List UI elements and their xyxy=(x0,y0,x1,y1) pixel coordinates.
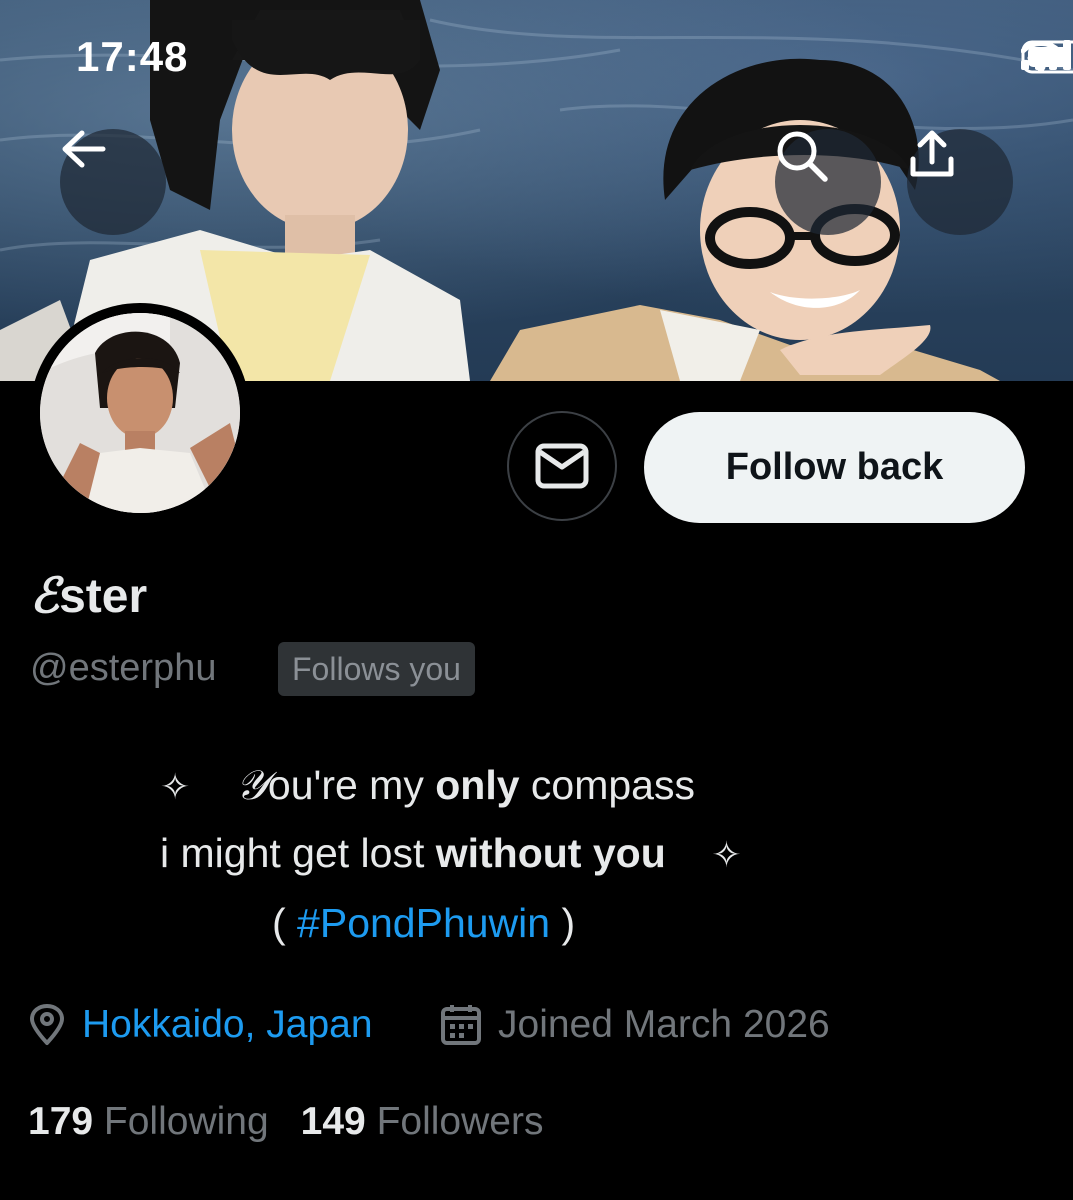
calendar-icon xyxy=(441,1005,481,1045)
bio-text: i might get lost xyxy=(160,830,436,876)
display-name: ℰster xyxy=(30,568,147,624)
hashtag-link[interactable]: #PondPhuwin xyxy=(297,900,550,946)
followers-label: Followers xyxy=(376,1100,544,1143)
user-handle: @esterphu xyxy=(30,647,217,689)
bio-bold-text: only xyxy=(435,762,520,808)
profile-screen: 17:48 Follow back ℰster @esterphu Follow… xyxy=(0,0,1073,1200)
bio-paren: ( xyxy=(272,900,298,946)
status-time: 17:48 xyxy=(76,33,189,80)
bio-line-1: ✧ 𝒴ou're my only compass xyxy=(160,761,695,810)
following-count: 179 xyxy=(28,1100,94,1143)
share-button[interactable] xyxy=(907,129,1013,235)
location-text[interactable]: Hokkaido, Japan xyxy=(82,1003,373,1047)
search-button[interactable] xyxy=(775,129,881,235)
bio-line-2: i might get lost without you ✧ xyxy=(160,830,742,877)
bio-text: compass xyxy=(519,762,695,808)
bio-script-letter: 𝒴 xyxy=(235,761,268,809)
share-icon xyxy=(910,130,954,177)
envelope-icon xyxy=(535,443,589,489)
joined-text: Joined March 2026 xyxy=(498,1003,830,1046)
location-pin-icon xyxy=(30,1004,64,1045)
message-button[interactable] xyxy=(507,411,617,521)
display-name-script-letter: ℰ xyxy=(30,568,60,624)
bio-text: ou're my xyxy=(267,762,436,808)
bio-line-3: ( #PondPhuwin ) xyxy=(272,900,575,947)
search-icon xyxy=(777,131,828,182)
sparkle-diamond-icon: ✧ xyxy=(711,834,742,875)
follow-counts: 179 Following 149 Followers xyxy=(28,1100,543,1144)
bio-paren: ) xyxy=(550,900,576,946)
following-label: Following xyxy=(103,1100,269,1143)
followers-count: 149 xyxy=(300,1100,366,1143)
display-name-rest: ster xyxy=(59,570,148,623)
profile-joined-date: Joined March 2026 xyxy=(440,1003,830,1047)
avatar[interactable] xyxy=(30,303,250,523)
follow-back-button[interactable]: Follow back xyxy=(644,412,1025,523)
bio-bold-text: without you xyxy=(435,830,666,876)
following-link[interactable]: 179 Following xyxy=(28,1100,269,1144)
profile-location[interactable]: Hokkaido, Japan xyxy=(28,1003,373,1047)
battery-icon xyxy=(1021,40,1073,74)
sparkle-diamond-icon: ✧ xyxy=(160,766,191,807)
avatar-photo xyxy=(40,313,240,513)
back-button[interactable] xyxy=(60,129,166,235)
follows-you-badge: Follows you xyxy=(278,642,475,696)
followers-link[interactable]: 149 Followers xyxy=(301,1100,544,1144)
arrow-left-icon xyxy=(62,130,106,168)
